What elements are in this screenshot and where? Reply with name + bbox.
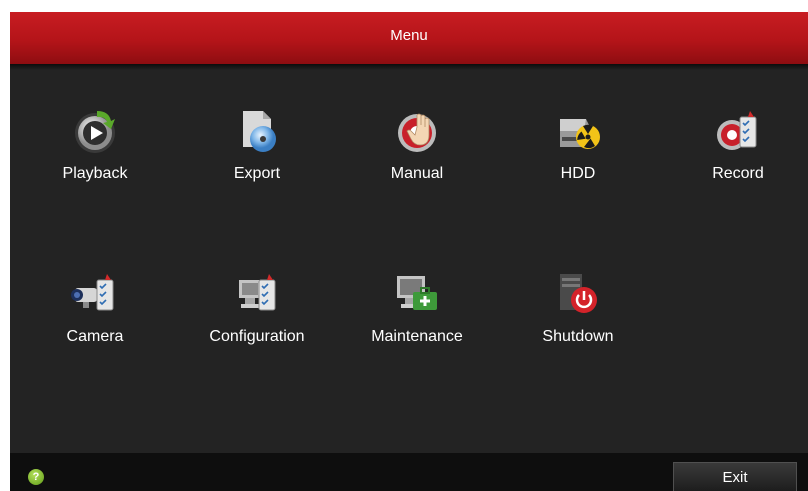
help-icon[interactable]: ?: [28, 469, 44, 485]
menu-item-label: Record: [712, 165, 764, 182]
menu-window: Menu Playback Export Manual HDD Record C…: [10, 12, 808, 491]
menu-item-label: Camera: [66, 328, 124, 345]
menu-item-label: Playback: [62, 165, 128, 182]
menu-item-configuration[interactable]: Configuration: [192, 270, 322, 370]
menu-item-label: Configuration: [209, 328, 305, 345]
menu-item-hdd[interactable]: HDD: [513, 107, 643, 207]
menu-item-shutdown[interactable]: Shutdown: [513, 270, 643, 370]
title-divider: [10, 64, 808, 70]
export-icon: [243, 111, 276, 152]
menu-item-maintenance[interactable]: Maintenance: [352, 270, 482, 370]
menu-item-label: Shutdown: [542, 328, 614, 345]
window-title: Menu: [10, 12, 808, 64]
menu-item-record[interactable]: Record: [673, 107, 803, 207]
menu-item-label: HDD: [560, 165, 596, 182]
playback-icon: [75, 111, 115, 153]
camera-icon: [71, 274, 114, 311]
menu-item-label: Export: [233, 165, 281, 182]
menu-item-manual[interactable]: Manual: [352, 107, 482, 207]
menu-item-label: Manual: [390, 165, 444, 182]
footer-bar: ? Exit: [10, 453, 808, 491]
shutdown-icon: [560, 274, 597, 313]
exit-button[interactable]: Exit: [673, 462, 797, 491]
maintenance-icon: [397, 276, 437, 310]
menu-item-label: Maintenance: [371, 328, 463, 345]
menu-item-playback[interactable]: Playback: [30, 107, 160, 207]
hdd-icon: [560, 119, 600, 149]
configuration-icon: [239, 274, 276, 311]
menu-item-camera[interactable]: Camera: [30, 270, 160, 370]
record-icon: [717, 111, 757, 150]
manual-record-icon: [398, 113, 436, 152]
menu-item-export[interactable]: Export: [192, 107, 322, 207]
